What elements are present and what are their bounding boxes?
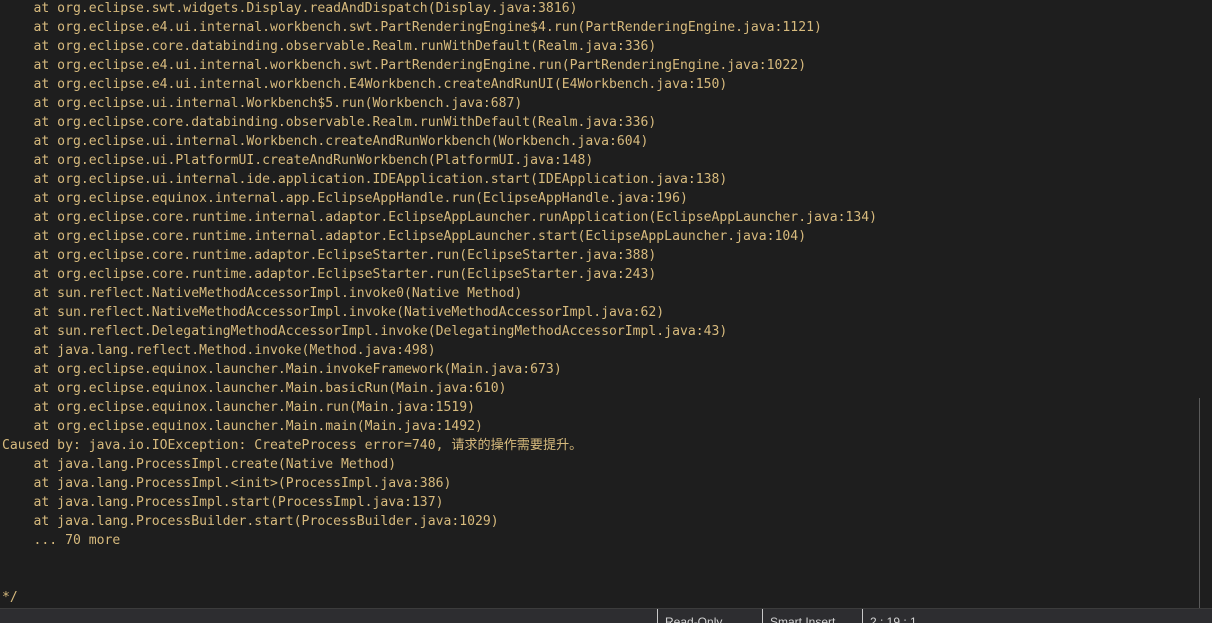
console-line: at org.eclipse.equinox.launcher.Main.mai… xyxy=(2,419,483,434)
console-line: at org.eclipse.core.runtime.internal.ada… xyxy=(2,229,807,244)
status-segment-cursor-position: 2 : 19 : 1 xyxy=(862,609,1212,623)
console-line: at org.eclipse.core.runtime.internal.ada… xyxy=(2,210,878,225)
console-line: at org.eclipse.ui.internal.ide.applicati… xyxy=(2,172,728,187)
console-line: at org.eclipse.ui.internal.Workbench$5.r… xyxy=(2,96,523,111)
console-line: at org.eclipse.core.runtime.adaptor.Ecli… xyxy=(2,248,657,263)
console-line: at org.eclipse.core.runtime.adaptor.Ecli… xyxy=(2,267,657,282)
console-line: at sun.reflect.NativeMethodAccessorImpl.… xyxy=(2,305,665,320)
console-lines: at org.eclipse.swt.widgets.Display.readA… xyxy=(2,0,1192,607)
console-line: at org.eclipse.e4.ui.internal.workbench.… xyxy=(2,20,822,35)
console-output[interactable]: at org.eclipse.swt.widgets.Display.readA… xyxy=(0,0,1198,608)
scrollbar-track-edge xyxy=(1199,398,1200,608)
console-line: at org.eclipse.core.databinding.observab… xyxy=(2,39,657,54)
console-line: ... 70 more xyxy=(2,533,121,548)
status-segment-read-only: Read-Only xyxy=(657,609,762,623)
console-line: at org.eclipse.equinox.launcher.Main.run… xyxy=(2,400,475,415)
console-line: at org.eclipse.equinox.launcher.Main.inv… xyxy=(2,362,562,377)
console-line: at org.eclipse.e4.ui.internal.workbench.… xyxy=(2,77,728,92)
status-insert-mode-text: Smart Insert xyxy=(770,615,836,623)
console-line: at java.lang.ProcessImpl.start(ProcessIm… xyxy=(2,495,444,510)
console-line: at org.eclipse.equinox.launcher.Main.bas… xyxy=(2,381,507,396)
vertical-scrollbar[interactable] xyxy=(1198,0,1212,608)
console-line: at java.lang.reflect.Method.invoke(Metho… xyxy=(2,343,436,358)
status-cursor-position-text: 2 : 19 : 1 xyxy=(870,615,917,623)
console-line: at org.eclipse.ui.PlatformUI.createAndRu… xyxy=(2,153,594,168)
console-line: at sun.reflect.NativeMethodAccessorImpl.… xyxy=(2,286,523,301)
console-line: at org.eclipse.equinox.internal.app.Ecli… xyxy=(2,191,688,206)
status-bar: Read-Only Smart Insert 2 : 19 : 1 xyxy=(0,608,1212,623)
console-line: at java.lang.ProcessImpl.create(Native M… xyxy=(2,457,397,472)
console-line: at org.eclipse.ui.internal.Workbench.cre… xyxy=(2,134,649,149)
status-read-only-text: Read-Only xyxy=(665,615,723,623)
console-line: at java.lang.ProcessBuilder.start(Proces… xyxy=(2,514,499,529)
status-segment-insert-mode: Smart Insert xyxy=(762,609,862,623)
console-line-comment-end: */ xyxy=(2,590,18,605)
console-line: at org.eclipse.core.databinding.observab… xyxy=(2,115,657,130)
console-line: at org.eclipse.swt.widgets.Display.readA… xyxy=(2,1,578,16)
console-line: at java.lang.ProcessImpl.<init>(ProcessI… xyxy=(2,476,452,491)
console-line-caused-by: Caused by: java.io.IOException: CreatePr… xyxy=(2,438,583,453)
console-line: at org.eclipse.e4.ui.internal.workbench.… xyxy=(2,58,807,73)
console-line: at sun.reflect.DelegatingMethodAccessorI… xyxy=(2,324,728,339)
